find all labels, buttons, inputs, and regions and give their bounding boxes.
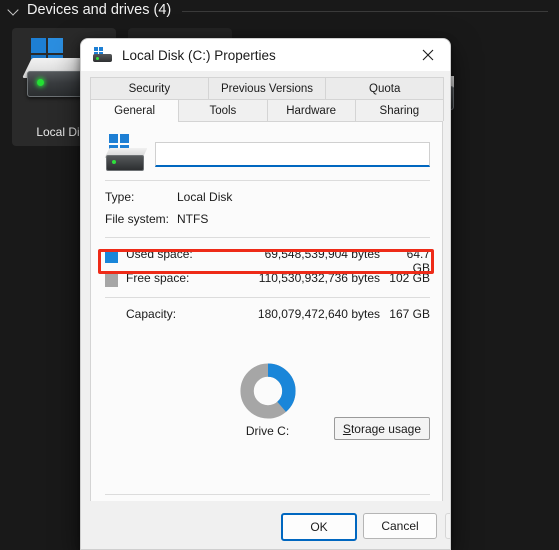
- free-space-size: 102 GB: [389, 271, 430, 285]
- windows-drive-icon: [93, 47, 113, 63]
- info-row-filesystem: File system: NTFS: [105, 212, 430, 230]
- file-system-label: File system:: [105, 212, 170, 226]
- usage-donut-chart: [239, 363, 296, 419]
- tab-tools[interactable]: Tools: [178, 99, 268, 121]
- chevron-down-icon[interactable]: [8, 4, 20, 16]
- tab-row-lower: General Tools Hardware Sharing: [90, 99, 444, 122]
- ok-button[interactable]: OK: [281, 513, 357, 541]
- tab-row-upper: Security Previous Versions Quota: [90, 77, 445, 99]
- divider-space-top: [105, 237, 430, 238]
- type-label: Type:: [105, 190, 135, 204]
- drive-activity-led-icon: [37, 79, 44, 86]
- divider-top: [105, 180, 430, 181]
- free-space-label: Free space:: [126, 271, 190, 285]
- info-row-type: Type: Local Disk: [105, 190, 430, 208]
- row-free-space: Free space: 110,530,932,736 bytes 102 GB: [105, 271, 430, 289]
- tab-security[interactable]: Security: [90, 77, 209, 99]
- capacity-size: 167 GB: [389, 307, 430, 321]
- capacity-bytes: 180,079,472,640 bytes: [257, 307, 380, 321]
- group-header-label: Devices and drives (4): [27, 2, 172, 18]
- free-space-bytes: 110,530,932,736 bytes: [258, 271, 380, 285]
- dialog-footer: OK Cancel Apply: [81, 501, 450, 549]
- group-header-rule: [182, 10, 548, 12]
- tab-general[interactable]: General: [90, 99, 180, 122]
- dialog-title: Local Disk (C:) Properties: [122, 47, 276, 63]
- local-disk-properties-dialog: Local Disk (C:) Properties Security Prev…: [80, 38, 451, 550]
- windows-drive-icon: [104, 134, 148, 174]
- general-tab-panel: Type: Local Disk File system: NTFS Used …: [90, 121, 444, 549]
- file-system-value: NTFS: [177, 212, 209, 226]
- divider-space-bottom: [105, 297, 430, 298]
- tab-previous-versions[interactable]: Previous Versions: [207, 77, 327, 99]
- drive-activity-led-icon: [96, 57, 99, 60]
- tabstrip: Security Previous Versions Quota General…: [90, 77, 445, 122]
- storage-usage-label: torage usage: [350, 421, 421, 436]
- free-space-swatch: [105, 274, 118, 287]
- cancel-button[interactable]: Cancel: [363, 513, 437, 539]
- used-space-label: Used space:: [126, 247, 193, 261]
- volume-label-input[interactable]: [155, 141, 430, 167]
- capacity-label: Capacity:: [126, 307, 177, 321]
- volume-label-row: [104, 134, 430, 174]
- drive-activity-led-icon: [112, 160, 116, 164]
- tab-hardware[interactable]: Hardware: [266, 99, 356, 121]
- storage-usage-button[interactable]: Storage usage: [333, 417, 430, 440]
- type-value: Local Disk: [177, 190, 233, 204]
- used-space-swatch: [105, 250, 118, 263]
- tab-sharing[interactable]: Sharing: [354, 99, 444, 121]
- used-space-bytes: 69,548,539,904 bytes: [264, 247, 380, 261]
- drive-usage-chart: Drive C: Storage usage: [91, 362, 444, 474]
- close-icon[interactable]: [406, 39, 450, 71]
- apply-button[interactable]: Apply: [445, 513, 450, 539]
- devices-group-header[interactable]: Devices and drives (4): [8, 2, 548, 18]
- row-capacity: Capacity: 180,079,472,640 bytes 167 GB: [105, 307, 430, 325]
- divider-options: [105, 494, 430, 495]
- dialog-body: Security Previous Versions Quota General…: [81, 71, 450, 549]
- tab-quota[interactable]: Quota: [325, 77, 445, 99]
- dialog-titlebar: Local Disk (C:) Properties: [81, 39, 450, 71]
- row-used-space: Used space: 69,548,539,904 bytes 64.7 GB: [105, 247, 430, 275]
- storage-usage-accel: S: [342, 421, 351, 436]
